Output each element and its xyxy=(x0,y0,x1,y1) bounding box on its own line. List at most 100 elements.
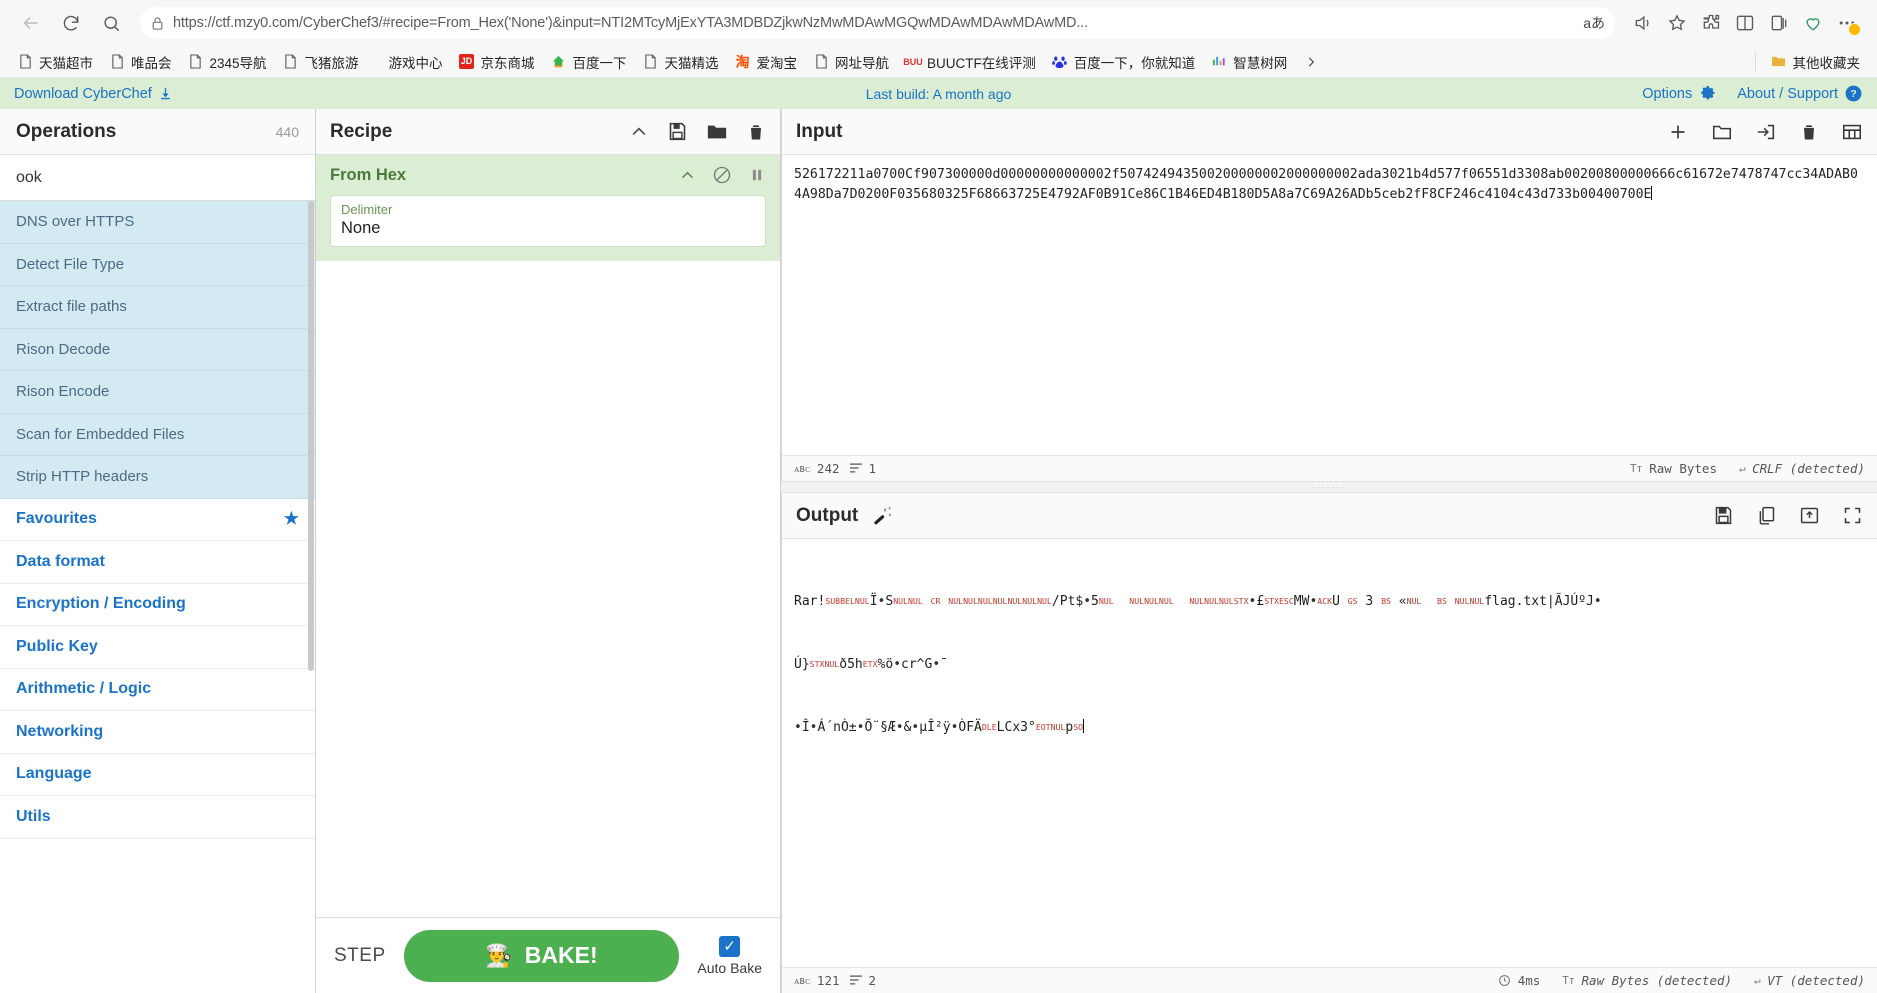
save-icon[interactable] xyxy=(667,121,688,142)
control-char: SO xyxy=(1073,722,1084,732)
buuctf-icon: BUU xyxy=(903,56,923,67)
search-icon[interactable] xyxy=(94,6,128,40)
bookmarks-overflow-chevron-right-icon[interactable] xyxy=(1296,52,1326,72)
bake-label: BAKE! xyxy=(524,942,598,968)
search-input[interactable] xyxy=(16,168,299,187)
recipe-title: Recipe xyxy=(330,120,393,142)
category-data-format[interactable]: Data format xyxy=(0,541,315,584)
split-screen-icon[interactable] xyxy=(1729,7,1761,39)
options-link[interactable]: Options xyxy=(1642,84,1717,103)
bookmark-item[interactable]: 天猫超市 xyxy=(10,49,100,75)
input-textarea[interactable]: 526172211a0700Cf907300000d00000000000002… xyxy=(782,155,1877,455)
operation-result-item[interactable]: Scan for Embedded Files xyxy=(0,413,315,456)
bake-button[interactable]: 👨‍🍳 BAKE! xyxy=(403,929,680,982)
reset-layout-icon[interactable] xyxy=(1841,121,1863,143)
category-utils[interactable]: Utils xyxy=(0,796,315,839)
operation-result-item[interactable]: Strip HTTP headers xyxy=(0,456,315,499)
output-text: S xyxy=(885,594,894,609)
folder-open-icon[interactable] xyxy=(706,121,728,143)
download-cyberchef-link[interactable]: Download CyberChef xyxy=(14,86,173,102)
bookmark-item[interactable]: 网址导航 xyxy=(806,49,896,75)
output-textarea[interactable]: Rar!SUBBELNULÏ•SNULNUL CR NULNULNULNULNU… xyxy=(782,539,1877,967)
operations-scrollbar[interactable] xyxy=(308,201,314,671)
read-aloud-icon[interactable] xyxy=(1627,7,1659,39)
chevron-up-icon[interactable] xyxy=(629,122,649,142)
back-arrow-icon[interactable] xyxy=(14,6,48,40)
operation-result-item[interactable]: Rison Decode xyxy=(0,328,315,371)
category-public-key[interactable]: Public Key xyxy=(0,626,315,669)
open-folder-as-input-icon[interactable] xyxy=(1755,121,1777,143)
bookmark-item[interactable]: 智慧树网 xyxy=(1204,49,1294,75)
translate-icon[interactable]: aあ xyxy=(1583,13,1605,33)
bookmark-item[interactable]: JD 京东商城 xyxy=(452,49,542,75)
input-encoding: Raw Bytes xyxy=(1649,461,1717,476)
chevron-up-icon[interactable] xyxy=(679,167,696,184)
recipe-operation-from-hex[interactable]: From Hex Delimiter None xyxy=(316,155,780,261)
address-bar[interactable]: https://ctf.mzy0.com/CyberChef3/#recipe=… xyxy=(140,7,1615,39)
collections-icon[interactable] xyxy=(1763,7,1795,39)
category-encryption-encoding[interactable]: Encryption / Encoding xyxy=(0,583,315,626)
bookmark-item[interactable]: 唯品会 xyxy=(102,49,179,75)
magic-wand-icon[interactable]: xxx xyxy=(870,505,892,527)
nonprintable-dot: • xyxy=(932,657,941,672)
category-arithmetic-logic[interactable]: Arithmetic / Logic xyxy=(0,668,315,711)
copy-icon[interactable] xyxy=(1756,505,1777,526)
bookmark-other-favorites[interactable]: 其他收藏夹 xyxy=(1764,49,1868,75)
auto-bake-toggle[interactable]: ✓ Auto Bake xyxy=(697,935,762,976)
svg-text:?: ? xyxy=(1850,89,1856,100)
puzzle-icon[interactable] xyxy=(1695,7,1727,39)
bookmark-item[interactable]: 天猫精选 xyxy=(636,49,726,75)
replace-input-icon[interactable] xyxy=(1799,505,1820,526)
argument-value[interactable]: None xyxy=(341,219,755,238)
bookmark-item[interactable]: 百度一下 xyxy=(544,49,634,75)
disable-icon[interactable] xyxy=(712,165,732,185)
output-line-ending-group[interactable]: ↵ VT (detected) xyxy=(1754,973,1865,988)
reload-icon[interactable] xyxy=(54,6,88,40)
input-encoding-group[interactable]: Tт Raw Bytes xyxy=(1630,461,1717,476)
output-line-1: Rar!SUBBELNULÏ•SNULNUL CR NULNULNULNULNU… xyxy=(794,591,1865,612)
heart-icon[interactable] xyxy=(1797,7,1829,39)
zhihuishu-icon xyxy=(1211,54,1227,70)
bookmark-item[interactable]: BUU BUUCTF在线评测 xyxy=(898,49,1043,75)
category-favourites[interactable]: Favourites ★ xyxy=(0,498,315,541)
save-icon[interactable] xyxy=(1713,505,1734,526)
trash-icon[interactable] xyxy=(746,122,766,142)
input-lines: 1 xyxy=(868,461,877,476)
auto-bake-label: Auto Bake xyxy=(697,959,762,976)
operation-result-item[interactable]: Extract file paths xyxy=(0,286,315,329)
control-char: NUL xyxy=(1037,596,1052,606)
operation-result-item[interactable]: Detect File Type xyxy=(0,243,315,286)
maximise-icon[interactable] xyxy=(1842,505,1863,526)
folder-open-icon[interactable] xyxy=(1711,121,1733,143)
bookmark-item[interactable]: 飞猪旅游 xyxy=(276,49,366,75)
category-label: Encryption / Encoding xyxy=(16,595,186,613)
plus-icon[interactable] xyxy=(1667,121,1689,143)
io-splitter[interactable]: ······· xyxy=(781,481,1877,493)
options-label: Options xyxy=(1642,85,1693,102)
category-language[interactable]: Language xyxy=(0,753,315,796)
operation-argument-delimiter[interactable]: Delimiter None xyxy=(330,195,766,247)
star-icon[interactable] xyxy=(1661,7,1693,39)
bookmark-item[interactable]: 淘爱淘宝 xyxy=(728,49,805,75)
check-icon[interactable]: ✓ xyxy=(719,935,741,957)
about-support-link[interactable]: About / Support ? xyxy=(1737,84,1863,103)
step-button[interactable]: STEP xyxy=(334,945,386,967)
control-char: ETX xyxy=(862,659,878,669)
control-char: NUL xyxy=(893,596,908,606)
operation-result-item[interactable]: DNS over HTTPS xyxy=(0,201,315,244)
operation-result-item[interactable]: Rison Encode xyxy=(0,371,315,414)
bookmark-item[interactable]: 游戏中心 xyxy=(382,49,450,75)
abc-icon: ᴀʙᴄ xyxy=(794,462,810,475)
operations-search-row[interactable] xyxy=(0,155,315,201)
category-networking[interactable]: Networking xyxy=(0,711,315,754)
more-icon[interactable] xyxy=(1831,7,1863,39)
category-label: Public Key xyxy=(16,637,98,655)
output-encoding-group[interactable]: Tт Raw Bytes (detected) xyxy=(1562,973,1732,988)
bookmark-item[interactable]: 2345导航 xyxy=(181,49,274,75)
input-line-ending-group[interactable]: ↵ CRLF (detected) xyxy=(1739,461,1865,476)
pause-icon[interactable] xyxy=(748,166,766,184)
recipe-operations-list[interactable]: From Hex Delimiter None xyxy=(316,155,780,917)
bookmark-item[interactable]: 百度一下，你就知道 xyxy=(1045,49,1203,75)
trash-icon[interactable] xyxy=(1799,122,1819,142)
